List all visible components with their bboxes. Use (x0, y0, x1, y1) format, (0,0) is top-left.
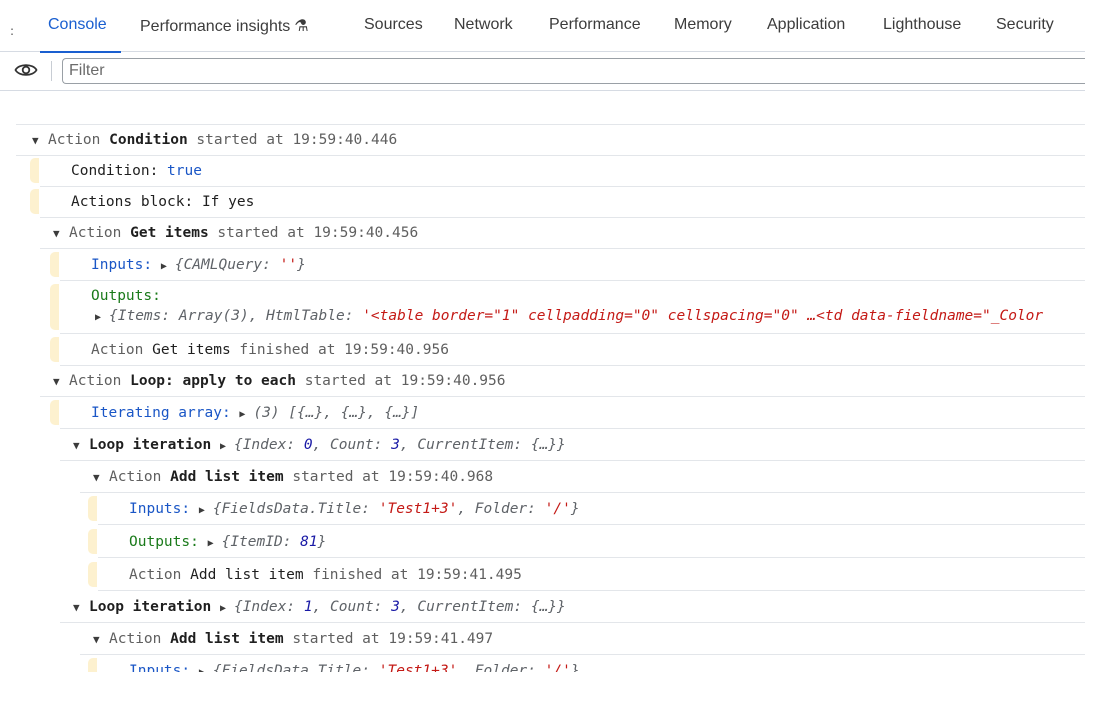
log-entry-inputs: Inputs: ▶{FieldsData.Title: 'Test1+3', F… (98, 656, 1085, 672)
tab-security[interactable]: Security (996, 16, 1054, 52)
expand-triangle-icon[interactable]: ▶ (239, 400, 253, 428)
devtools-tab-bar: : Console Performance insights ⚗ Sources … (0, 0, 1085, 53)
log-entry-outputs: Outputs: ▶ {ItemID: 81} (98, 527, 1085, 558)
expand-triangle-icon[interactable]: ▶ (220, 594, 234, 622)
more-tabs-icon[interactable]: : (10, 24, 14, 38)
console-filter-bar (0, 53, 1085, 91)
experiment-flask-icon: ⚗ (294, 18, 309, 35)
tab-network[interactable]: Network (454, 16, 513, 52)
log-group-loop-iteration[interactable]: ▼ Loop iteration ▶ {Index: 1, Count: 3, Cu… (60, 592, 1085, 623)
expand-triangle-icon[interactable]: ▶ (199, 658, 213, 672)
expand-triangle-icon[interactable]: ▼ (93, 463, 109, 492)
log-entry-inputs: Inputs: ▶{FieldsData.Title: 'Test1+3', F… (98, 494, 1085, 525)
expand-triangle-icon[interactable]: ▶ (208, 529, 222, 557)
log-group-add-list-item[interactable]: ▼ Action Add list item started at 19:59:4… (80, 462, 1085, 493)
expand-triangle-icon[interactable]: ▶ (220, 432, 234, 460)
expand-triangle-icon[interactable]: ▼ (32, 126, 48, 155)
log-entry: Action Get items finished at 19:59:40.95… (60, 335, 1085, 366)
group-indent-marker (50, 400, 59, 425)
expand-triangle-icon[interactable]: ▼ (53, 367, 69, 396)
group-indent-marker (50, 284, 59, 330)
tab-console[interactable]: Console (40, 16, 121, 53)
log-entry-outputs: Outputs: ▶ {Items: Array(3), HtmlTable: '… (60, 282, 1085, 334)
log-entry: Condition: true (40, 156, 1085, 187)
expand-triangle-icon[interactable]: ▶ (199, 496, 213, 524)
group-indent-marker (88, 529, 97, 554)
group-indent-marker (30, 158, 39, 183)
tab-sources[interactable]: Sources (364, 16, 423, 52)
log-group-loop[interactable]: ▼ Action Loop: apply to each started at 1… (40, 366, 1085, 397)
console-empty-row (16, 91, 1085, 125)
log-entry: Actions block: If yes (40, 187, 1085, 218)
group-indent-marker (30, 189, 39, 214)
log-group-loop-iteration[interactable]: ▼ Loop iteration ▶ {Index: 0, Count: 3, Cu… (60, 430, 1085, 461)
filter-input[interactable] (62, 58, 1085, 84)
tab-performance-insights[interactable]: Performance insights ⚗ (140, 16, 309, 52)
group-indent-marker (50, 337, 59, 362)
log-entry: Action Add list item finished at 19:59:4… (98, 560, 1085, 591)
expand-triangle-icon[interactable]: ▶ (161, 252, 175, 280)
tab-application[interactable]: Application (767, 16, 845, 52)
tab-performance[interactable]: Performance (549, 16, 641, 52)
expand-triangle-icon[interactable]: ▼ (93, 625, 109, 654)
log-group-condition[interactable]: ▼ Action Condition started at 19:59:40.44… (16, 125, 1085, 156)
tab-memory[interactable]: Memory (674, 16, 732, 52)
group-indent-marker (88, 562, 97, 587)
log-group-add-list-item[interactable]: ▼ Action Add list item started at 19:59:4… (80, 624, 1085, 655)
group-indent-marker (88, 496, 97, 521)
log-entry-inputs: Inputs: ▶ {CAMLQuery: ''} (60, 250, 1085, 281)
expand-triangle-icon[interactable]: ▼ (53, 219, 69, 248)
log-entry-iterating-array: Iterating array: ▶ (3) [{…}, {…}, {…}] (60, 398, 1085, 429)
clipped-log-area: Inputs: ▶{FieldsData.Title: 'Test1+3', F… (88, 656, 1085, 672)
expand-triangle-icon[interactable]: ▼ (73, 431, 89, 460)
group-indent-marker (88, 658, 97, 672)
expand-triangle-icon[interactable]: ▼ (73, 593, 89, 622)
log-group-get-items[interactable]: ▼ Action Get items started at 19:59:40.45… (40, 218, 1085, 249)
eye-icon[interactable] (14, 60, 38, 80)
toolbar-divider (51, 61, 52, 81)
tab-lighthouse[interactable]: Lighthouse (883, 16, 961, 52)
group-indent-marker (50, 252, 59, 277)
expand-triangle-icon[interactable]: ▶ (95, 308, 109, 328)
